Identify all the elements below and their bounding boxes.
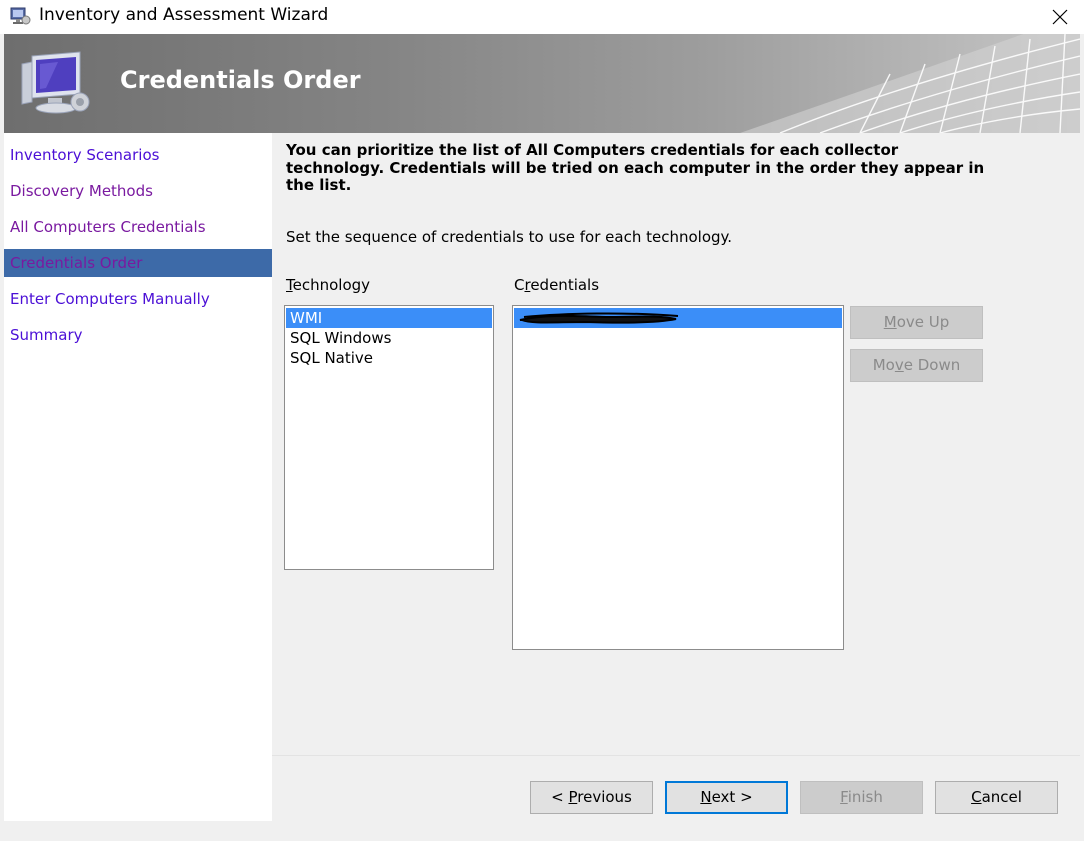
header-banner: Credentials Order xyxy=(4,34,1080,133)
monitor-icon xyxy=(21,51,90,114)
move-up-button[interactable]: Move Up xyxy=(850,306,983,339)
credentials-list[interactable] xyxy=(512,305,844,650)
window-title: Inventory and Assessment Wizard xyxy=(39,5,329,25)
close-icon xyxy=(1052,9,1068,25)
wizard-footer: < Previous Next > Finish Cancel xyxy=(272,755,1080,821)
title-bar: Inventory and Assessment Wizard xyxy=(0,0,1084,34)
wizard-computer-icon xyxy=(10,7,31,25)
credential-item-redacted[interactable] xyxy=(514,308,842,328)
previous-button[interactable]: < Previous xyxy=(530,781,653,814)
redaction-scribble xyxy=(519,312,679,324)
decorative-mesh-graphic xyxy=(740,34,1080,133)
credentials-label: Credentials xyxy=(514,276,600,294)
nav-item-credentials-order[interactable]: Credentials Order xyxy=(4,249,272,277)
cancel-button[interactable]: Cancel xyxy=(935,781,1058,814)
technology-item-sql-native[interactable]: SQL Native xyxy=(286,348,492,368)
instruction-text: Set the sequence of credentials to use f… xyxy=(286,228,733,246)
wizard-navigation: Inventory Scenarios Discovery Methods Al… xyxy=(4,133,272,821)
nav-item-all-computers-credentials[interactable]: All Computers Credentials xyxy=(4,213,272,241)
technology-item-sql-windows[interactable]: SQL Windows xyxy=(286,328,492,348)
technology-list[interactable]: WMI SQL Windows SQL Native xyxy=(284,305,494,570)
finish-button[interactable]: Finish xyxy=(800,781,923,814)
nav-item-inventory-scenarios[interactable]: Inventory Scenarios xyxy=(4,141,272,169)
close-button[interactable] xyxy=(1036,0,1084,34)
intro-text: You can prioritize the list of All Compu… xyxy=(286,141,985,194)
technology-label: Technology xyxy=(286,276,371,294)
next-button[interactable]: Next > xyxy=(665,781,788,814)
page-title: Credentials Order xyxy=(120,66,361,94)
technology-item-wmi[interactable]: WMI xyxy=(286,308,492,328)
nav-item-discovery-methods[interactable]: Discovery Methods xyxy=(4,177,272,205)
window-bottom-edge xyxy=(0,821,1084,841)
nav-item-summary[interactable]: Summary xyxy=(4,321,272,349)
wizard-content: You can prioritize the list of All Compu… xyxy=(272,133,1080,755)
move-down-button[interactable]: Move Down xyxy=(850,349,983,382)
nav-item-enter-computers-manually[interactable]: Enter Computers Manually xyxy=(4,285,272,313)
